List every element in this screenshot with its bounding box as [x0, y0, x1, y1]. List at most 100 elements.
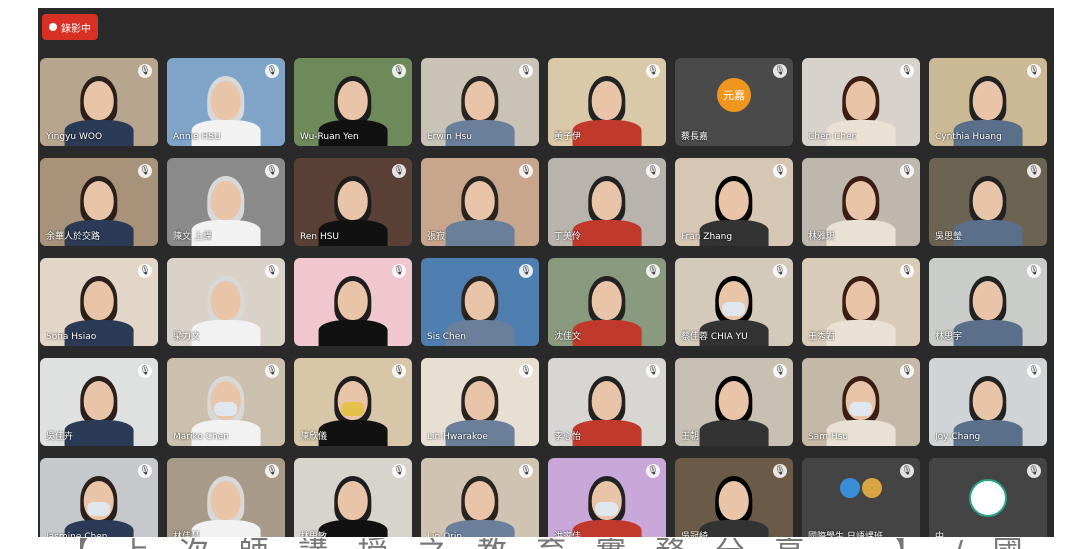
participant-tile[interactable]: 🎙 Erwin Hsu: [421, 58, 539, 146]
mic-muted-icon[interactable]: 🎙: [519, 364, 533, 378]
participant-tile[interactable]: 🎙 Joy Chang: [929, 358, 1047, 446]
mic-muted-icon[interactable]: 🎙: [265, 64, 279, 78]
participant-name: Fran Zhang: [681, 232, 733, 242]
mic-muted-icon[interactable]: 🎙: [646, 464, 660, 478]
participant-tile[interactable]: 元嘉 🎙 蔡長嘉: [675, 58, 793, 146]
mic-muted-icon[interactable]: 🎙: [773, 64, 787, 78]
participant-tile[interactable]: 🎙 中: [929, 458, 1047, 537]
participant-tile[interactable]: 🎙 Annie HSU: [167, 58, 285, 146]
mic-muted-icon[interactable]: 🎙: [519, 164, 533, 178]
mic-muted-icon[interactable]: 🎙: [265, 464, 279, 478]
participant-tile[interactable]: 🎙 王秀君: [802, 258, 920, 346]
participant-tile[interactable]: 🎙 陳欣儀: [294, 358, 412, 446]
recording-badge[interactable]: 錄影中: [42, 14, 98, 40]
mic-muted-icon[interactable]: 🎙: [519, 464, 533, 478]
mic-muted-icon[interactable]: 🎙: [138, 264, 152, 278]
mic-muted-icon[interactable]: 🎙: [1027, 364, 1041, 378]
participant-tile[interactable]: 🎙 王朝: [675, 358, 793, 446]
organization-logo-icon: [840, 477, 882, 498]
mic-muted-icon[interactable]: 🎙: [646, 364, 660, 378]
participant-tile[interactable]: 🎙 林雅琪: [802, 158, 920, 246]
participant-video: [572, 270, 642, 346]
participant-tile[interactable]: 🎙 Lin Hwarakoe: [421, 358, 539, 446]
mic-muted-icon[interactable]: 🎙: [646, 164, 660, 178]
participant-tile[interactable]: 🎙 洪家佳: [548, 458, 666, 537]
participant-tile[interactable]: 🎙 Fran Zhang: [675, 158, 793, 246]
mic-muted-icon[interactable]: 🎙: [900, 464, 914, 478]
participant-tile[interactable]: 🎙 Lin Orin: [421, 458, 539, 537]
mic-muted-icon[interactable]: 🎙: [900, 364, 914, 378]
participant-tile[interactable]: 🎙 黃子伊: [548, 58, 666, 146]
participant-tile[interactable]: 🎙 林思敏: [294, 458, 412, 537]
participant-tile[interactable]: 🎙 陳文 上課: [167, 158, 285, 246]
participant-tile[interactable]: 🎙 Sis Chen: [421, 258, 539, 346]
participant-tile[interactable]: 🎙 蔡佳蓉 CHIA YU: [675, 258, 793, 346]
mic-muted-icon[interactable]: 🎙: [1027, 264, 1041, 278]
mic-muted-icon[interactable]: 🎙: [265, 164, 279, 178]
participant-tile[interactable]: 🎙 Sam Hsu: [802, 358, 920, 446]
mic-muted-icon[interactable]: 🎙: [519, 64, 533, 78]
participant-video: [572, 370, 642, 446]
mic-muted-icon[interactable]: 🎙: [900, 264, 914, 278]
participant-tile[interactable]: 🎙 林佳慧: [167, 458, 285, 537]
mic-muted-icon[interactable]: 🎙: [773, 464, 787, 478]
mic-muted-icon[interactable]: 🎙: [1027, 464, 1041, 478]
participant-tile[interactable]: 🎙 吳佳卉: [40, 358, 158, 446]
mic-muted-icon[interactable]: 🎙: [392, 364, 406, 378]
participant-tile[interactable]: 🎙 林思宇: [929, 258, 1047, 346]
mic-muted-icon[interactable]: 🎙: [392, 264, 406, 278]
mic-muted-icon[interactable]: 🎙: [138, 164, 152, 178]
participant-tile[interactable]: 🎙 丁美伶: [548, 158, 666, 246]
participant-tile[interactable]: 🎙 吳冠綺: [675, 458, 793, 537]
participant-tile[interactable]: 🎙 Jasmine Chen: [40, 458, 158, 537]
participant-video: [191, 270, 261, 346]
participant-tile[interactable]: 🎙 余華人於交路: [40, 158, 158, 246]
participant-tile[interactable]: 🎙 國際學生 日語課班: [802, 458, 920, 537]
participant-tile[interactable]: 🎙 李心怡: [548, 358, 666, 446]
participant-tile[interactable]: 🎙 Sofia Hsiao: [40, 258, 158, 346]
mic-muted-icon[interactable]: 🎙: [265, 264, 279, 278]
mic-muted-icon[interactable]: 🎙: [138, 64, 152, 78]
mic-muted-icon[interactable]: 🎙: [1027, 64, 1041, 78]
participant-video: [953, 170, 1023, 246]
mic-muted-icon[interactable]: 🎙: [138, 464, 152, 478]
record-dot-icon: [49, 23, 57, 31]
participant-avatar: 元嘉: [717, 77, 751, 112]
participant-tile[interactable]: 🎙 Wu-Ruan Yen: [294, 58, 412, 146]
participant-tile[interactable]: 🎙 Ren HSU: [294, 158, 412, 246]
mic-muted-icon[interactable]: 🎙: [138, 364, 152, 378]
mic-muted-icon[interactable]: 🎙: [646, 64, 660, 78]
mic-muted-icon[interactable]: 🎙: [392, 64, 406, 78]
mic-muted-icon[interactable]: 🎙: [519, 264, 533, 278]
mic-muted-icon[interactable]: 🎙: [900, 164, 914, 178]
participant-name: Sam Hsu: [808, 432, 849, 442]
mic-muted-icon[interactable]: 🎙: [773, 264, 787, 278]
participant-video: [445, 470, 515, 537]
participant-name: Chen Chen: [808, 132, 858, 142]
mic-muted-icon[interactable]: 🎙: [392, 464, 406, 478]
participant-video: [699, 470, 769, 537]
participant-tile[interactable]: 🎙 吳思瑩: [929, 158, 1047, 246]
participant-name: 林雅琪: [808, 232, 836, 242]
participant-video: [318, 370, 388, 446]
participant-name: Annie HSU: [173, 132, 221, 142]
mic-muted-icon[interactable]: 🎙: [773, 164, 787, 178]
participant-tile[interactable]: 🎙: [294, 258, 412, 346]
participant-tile[interactable]: 🎙 Mariko Chen: [167, 358, 285, 446]
mic-muted-icon[interactable]: 🎙: [265, 364, 279, 378]
participant-name: 王秀君: [808, 332, 836, 342]
participant-tile[interactable]: 🎙 張寂: [421, 158, 539, 246]
mic-muted-icon[interactable]: 🎙: [646, 264, 660, 278]
participant-tile[interactable]: 🎙 Yingyu WOO: [40, 58, 158, 146]
participant-tile[interactable]: 🎙 Cynthia Huang: [929, 58, 1047, 146]
mic-muted-icon[interactable]: 🎙: [1027, 164, 1041, 178]
mic-muted-icon[interactable]: 🎙: [900, 64, 914, 78]
participant-tile[interactable]: 🎙 Chen Chen: [802, 58, 920, 146]
participant-tile[interactable]: 🎙 梁力文: [167, 258, 285, 346]
participant-tile[interactable]: 🎙 沈佳文: [548, 258, 666, 346]
participant-name: 王朝: [681, 432, 700, 442]
participant-name: 蔡長嘉: [681, 132, 709, 142]
mic-muted-icon[interactable]: 🎙: [773, 364, 787, 378]
participant-video: [572, 170, 642, 246]
mic-muted-icon[interactable]: 🎙: [392, 164, 406, 178]
